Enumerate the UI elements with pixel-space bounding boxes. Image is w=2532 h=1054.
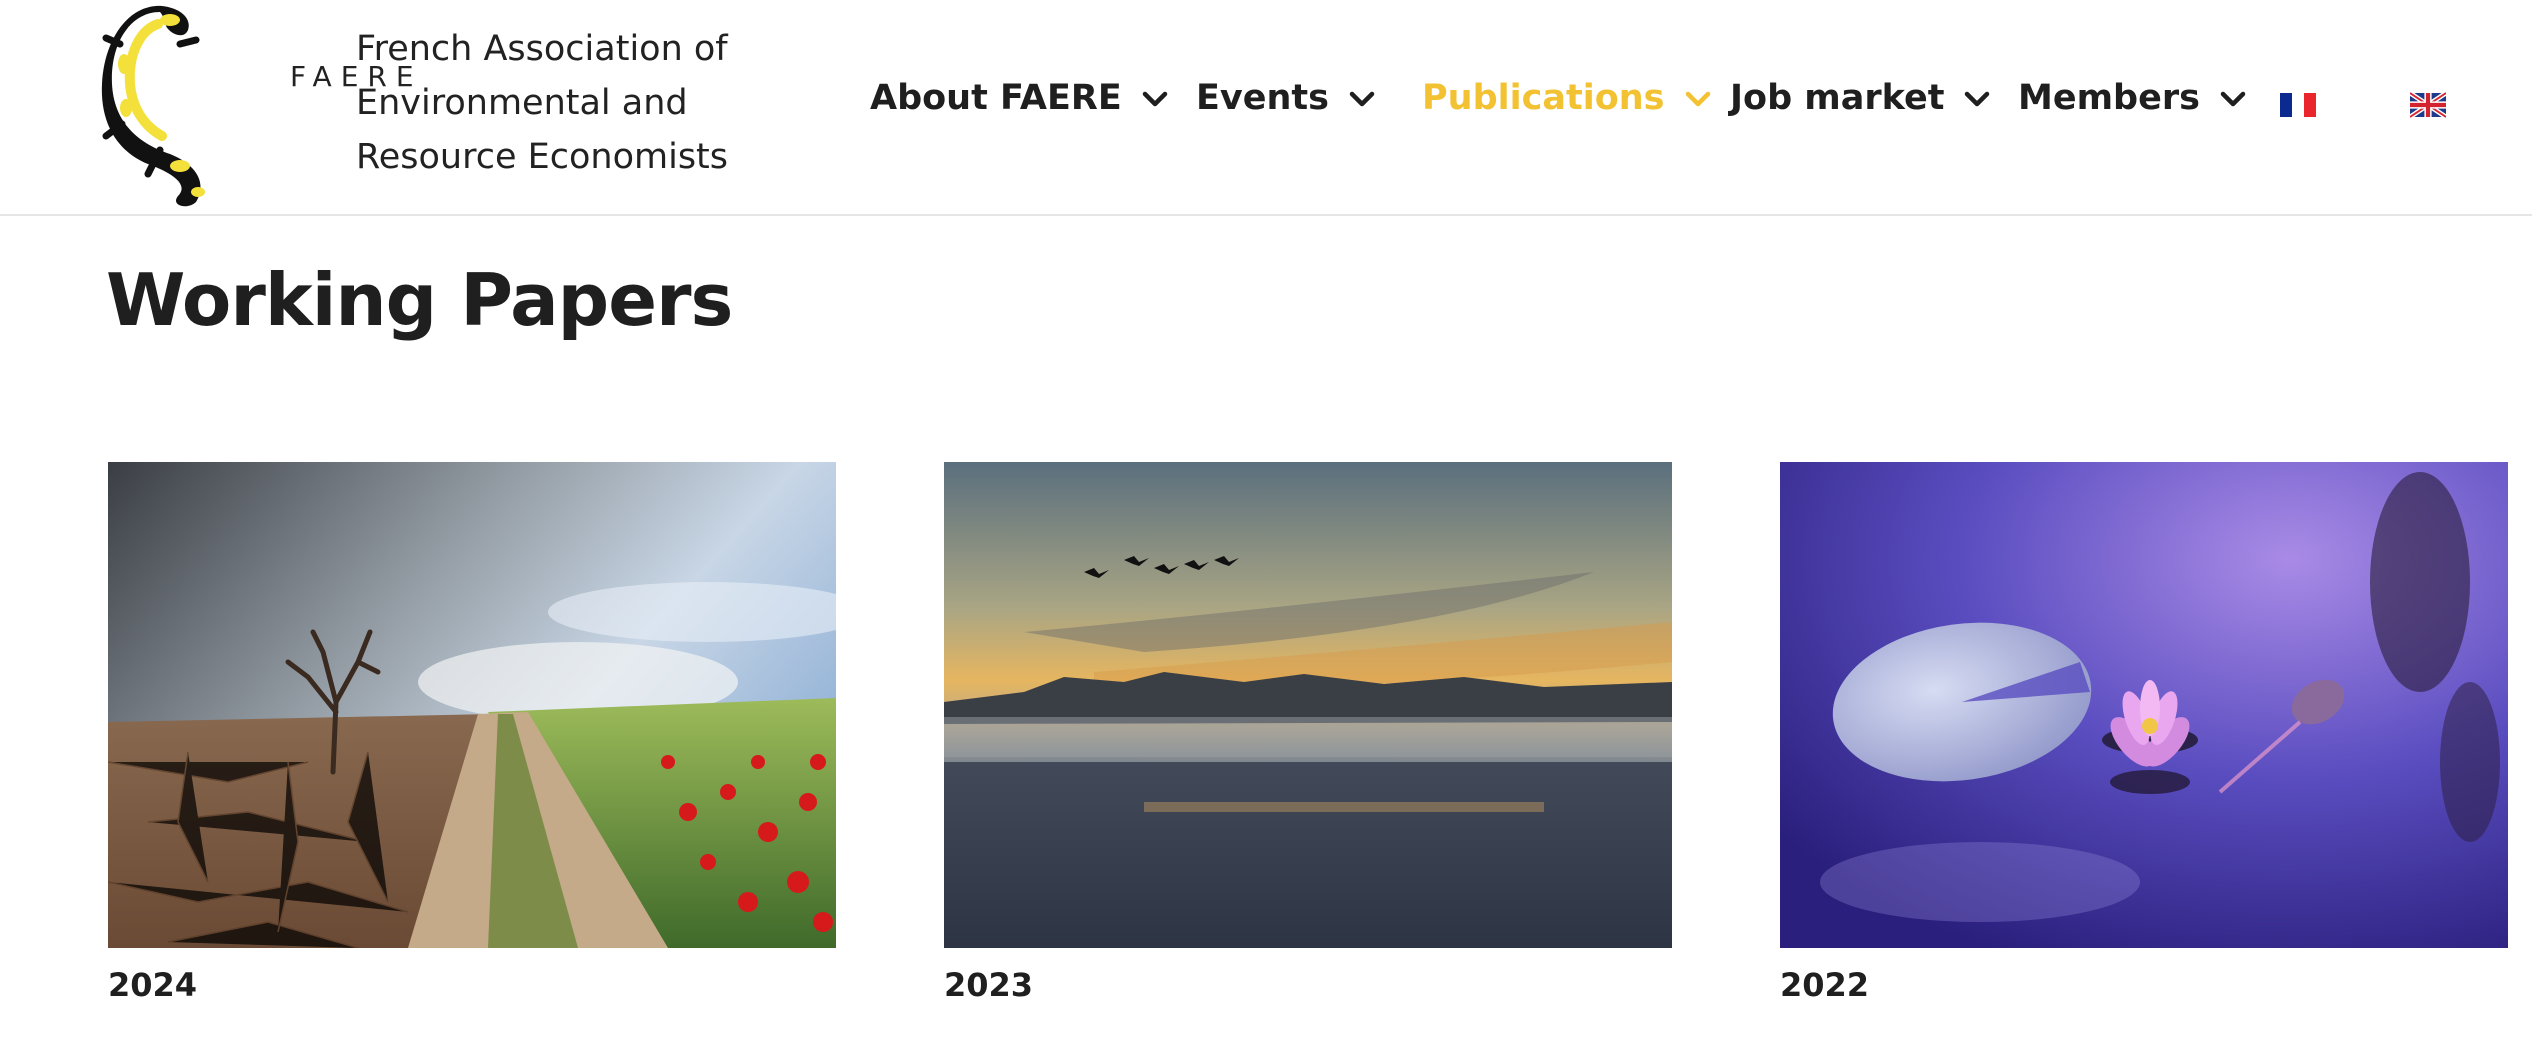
chevron-down-icon <box>1140 83 1170 113</box>
chevron-down-icon <box>1962 83 1992 113</box>
uk-flag-icon <box>2408 91 2448 119</box>
nav-item-label: Events <box>1196 78 1329 118</box>
salamander-icon <box>101 5 205 207</box>
card-year[interactable]: 2022 <box>1780 966 2508 1004</box>
site-header: FAERE French Association of Environmenta… <box>0 0 2532 216</box>
nav-item-label: Job market <box>1730 78 1945 118</box>
drought-and-poppy-field-image[interactable] <box>108 462 836 948</box>
nav-item-label: Publications <box>1422 78 1665 118</box>
card-year[interactable]: 2023 <box>944 966 1672 1004</box>
nav-item-events[interactable]: Events <box>1196 78 1377 118</box>
nav-item-about[interactable]: About FAERE <box>870 78 1170 118</box>
card-year[interactable]: 2024 <box>108 966 836 1004</box>
chevron-down-icon <box>2218 83 2248 113</box>
nav-item-publications[interactable]: Publications <box>1422 78 1713 118</box>
org-name-line: French Association of <box>356 29 728 69</box>
chevron-down-icon <box>1683 83 1713 113</box>
water-lily-image[interactable] <box>1780 462 2508 948</box>
faere-logo[interactable]: FAERE <box>100 4 414 208</box>
language-english[interactable] <box>2408 91 2448 119</box>
nav-item-members[interactable]: Members <box>2018 78 2248 118</box>
working-paper-card-2024[interactable]: 2024 <box>108 462 836 1004</box>
nav-item-label: Members <box>2018 78 2200 118</box>
language-french[interactable] <box>2280 92 2316 118</box>
working-paper-card-2023[interactable]: 2023 <box>944 462 1672 1004</box>
chevron-down-icon <box>1347 83 1377 113</box>
page-title: Working Papers <box>106 258 733 342</box>
org-name-line: Environmental and <box>356 83 688 123</box>
misty-lake-sunset-image[interactable] <box>944 462 1672 948</box>
working-paper-card-2022[interactable]: 2022 <box>1780 462 2508 1004</box>
nav-item-job-market[interactable]: Job market <box>1730 78 1992 118</box>
nav-item-label: About FAERE <box>870 78 1122 118</box>
org-name-line: Resource Economists <box>356 137 729 177</box>
french-flag-icon <box>2280 93 2316 117</box>
organization-name[interactable]: French Association of Environmental and … <box>356 22 728 184</box>
